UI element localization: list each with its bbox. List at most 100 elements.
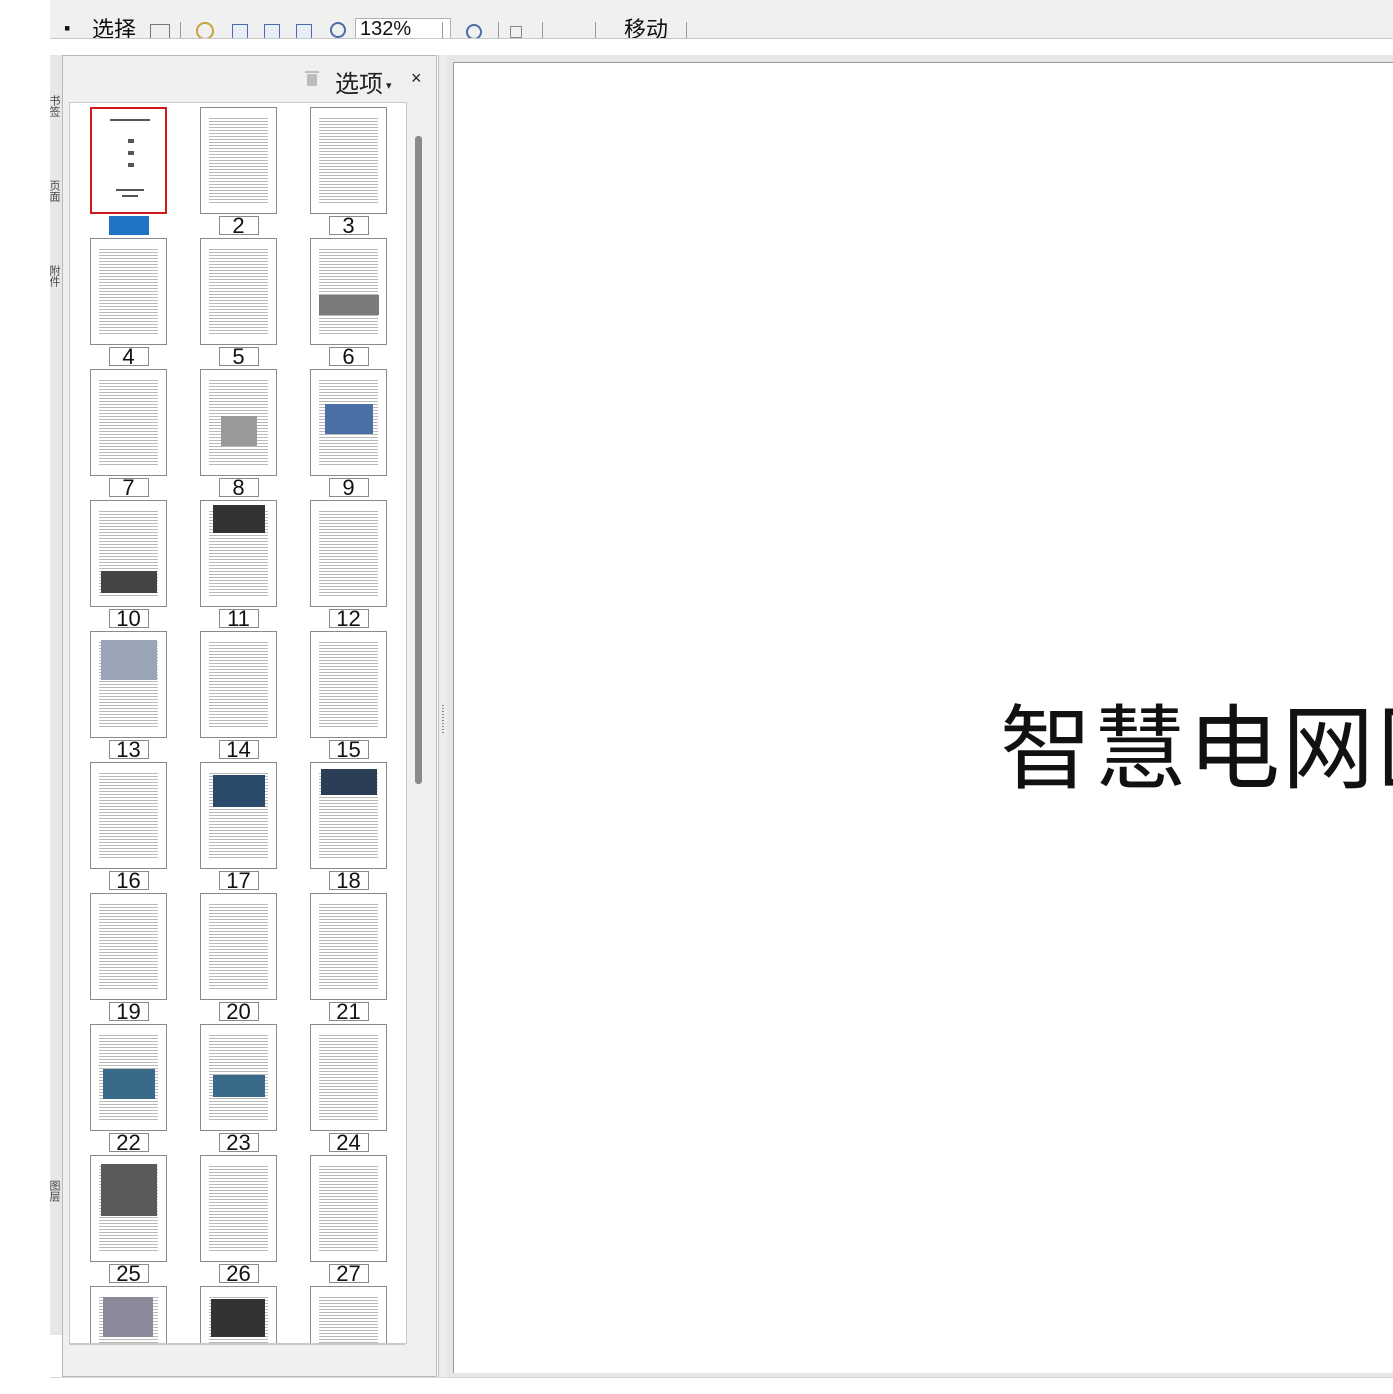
- page-thumbnail[interactable]: 8: [200, 369, 277, 499]
- thumbnail-text-lines: [209, 640, 268, 727]
- page-thumbnail[interactable]: 10: [90, 500, 167, 630]
- document-page: 智慧电网区: [453, 62, 1393, 1373]
- thumbnail-text-mark: [116, 189, 144, 191]
- thumbnail-picture: [103, 1069, 155, 1099]
- thumbnail-text-lines: [99, 378, 158, 465]
- thumbnail-text-lines: [99, 247, 158, 334]
- thumbnail-text-mark: [128, 151, 134, 155]
- thumbnail-page-image: [310, 238, 387, 345]
- thumbnail-page-image: [200, 631, 277, 738]
- fit-width-icon[interactable]: [296, 24, 312, 38]
- thumbnail-page-number: 26: [218, 1263, 259, 1285]
- thumbnail-page-image: [90, 107, 167, 214]
- page-thumbnail[interactable]: [90, 1286, 167, 1343]
- page-thumbnail[interactable]: 23: [200, 1024, 277, 1154]
- zoom-icon[interactable]: [196, 22, 214, 38]
- page-thumbnail[interactable]: 15: [310, 631, 387, 761]
- thumbnail-page-number: 1: [108, 215, 149, 237]
- trash-icon[interactable]: [305, 71, 319, 86]
- thumbnail-page-image: [310, 107, 387, 214]
- close-panel-button[interactable]: ×: [411, 68, 422, 89]
- select-tool-button[interactable]: 选择: [92, 12, 136, 38]
- thumbnail-page-image: [90, 238, 167, 345]
- thumbnail-picture: [101, 1164, 157, 1216]
- thumbnail-grid: 1 2 3 4 5 6 7 8 9 10 11 12 13 14 15 16 17 18 19 20 21 22 23 24 2…: [69, 102, 407, 1344]
- thumbnail-page-image: [200, 238, 277, 345]
- page-thumbnail[interactable]: 1: [90, 107, 167, 237]
- tab-pages[interactable]: 页面: [48, 180, 62, 202]
- page-thumbnail[interactable]: 22: [90, 1024, 167, 1154]
- tab-layers[interactable]: 图层: [48, 1180, 62, 1202]
- page-thumbnail[interactable]: 6: [310, 238, 387, 368]
- thumbnail-page-image: [200, 1286, 277, 1343]
- page-thumbnail[interactable]: 12: [310, 500, 387, 630]
- thumbnail-page-number: 7: [108, 477, 149, 499]
- thumbnail-page-number: 2: [218, 215, 259, 237]
- thumbnail-text-mark: [110, 119, 150, 121]
- thumbnail-picture: [321, 769, 377, 795]
- move-tool-button[interactable]: 移动: [624, 12, 668, 38]
- page-thumbnail[interactable]: 14: [200, 631, 277, 761]
- document-view[interactable]: 智慧电网区: [447, 55, 1393, 1377]
- thumbnail-text-lines: [319, 902, 378, 989]
- forward-icon[interactable]: [510, 26, 522, 38]
- panel-footer: [69, 1344, 405, 1375]
- page-thumbnail[interactable]: 21: [310, 893, 387, 1023]
- thumbnail-page-number: 18: [328, 870, 369, 892]
- thumbnail-page-number: 15: [328, 739, 369, 761]
- tab-attachments[interactable]: 附件: [48, 265, 62, 287]
- panel-header: 选项 ▾ ×: [63, 56, 436, 101]
- snapshot-icon[interactable]: [150, 24, 170, 38]
- rotate-icon[interactable]: [330, 22, 346, 38]
- page-thumbnail[interactable]: 18: [310, 762, 387, 892]
- page-thumbnail[interactable]: 25: [90, 1155, 167, 1285]
- page-thumbnail[interactable]: [200, 1286, 277, 1343]
- thumbnail-page-image: [90, 1024, 167, 1131]
- thumbnail-text-lines: [319, 247, 378, 334]
- page-thumbnail[interactable]: 11: [200, 500, 277, 630]
- page-thumbnail[interactable]: [310, 1286, 387, 1343]
- thumbnail-page-image: [310, 631, 387, 738]
- page-icon[interactable]: [232, 24, 248, 38]
- page-thumbnail[interactable]: 13: [90, 631, 167, 761]
- page-thumbnail[interactable]: 27: [310, 1155, 387, 1285]
- fit-page-icon[interactable]: [264, 24, 280, 38]
- thumbnail-text-lines: [319, 1164, 378, 1251]
- tool-icon[interactable]: ▪: [64, 18, 70, 38]
- splitter-grip-icon[interactable]: [442, 705, 444, 735]
- page-thumbnail[interactable]: 7: [90, 369, 167, 499]
- page-thumbnail[interactable]: 26: [200, 1155, 277, 1285]
- page-thumbnail[interactable]: 2: [200, 107, 277, 237]
- page-thumbnail[interactable]: 17: [200, 762, 277, 892]
- thumbnail-text-lines: [319, 509, 378, 596]
- page-thumbnail[interactable]: 20: [200, 893, 277, 1023]
- thumbnail-page-image: [200, 500, 277, 607]
- page-thumbnail[interactable]: 24: [310, 1024, 387, 1154]
- thumbnail-text-mark: [128, 163, 134, 167]
- page-thumbnail[interactable]: 4: [90, 238, 167, 368]
- options-label: 选项: [335, 71, 383, 98]
- page-thumbnail[interactable]: 3: [310, 107, 387, 237]
- thumbnail-picture: [103, 1297, 153, 1337]
- thumbnail-page-number: 27: [328, 1263, 369, 1285]
- thumbnail-page-number: 8: [218, 477, 259, 499]
- thumbnail-page-number: 17: [218, 870, 259, 892]
- thumbnail-page-image: [90, 369, 167, 476]
- toolbar: ▪ 选择 132% 移动: [50, 0, 1393, 39]
- thumbnail-text-lines: [319, 116, 378, 203]
- back-icon[interactable]: [466, 24, 482, 38]
- panel-scrollbar[interactable]: [415, 136, 422, 784]
- zoom-input[interactable]: 132%: [355, 18, 451, 38]
- thumbnail-page-number: 16: [108, 870, 149, 892]
- page-thumbnail[interactable]: 19: [90, 893, 167, 1023]
- thumbnail-page-number: 3: [328, 215, 369, 237]
- page-thumbnail[interactable]: 16: [90, 762, 167, 892]
- tab-bookmarks[interactable]: 书签: [48, 95, 62, 117]
- thumbnail-page-image: [90, 1286, 167, 1343]
- thumbnail-picture: [101, 571, 157, 593]
- page-thumbnail[interactable]: 5: [200, 238, 277, 368]
- page-thumbnail[interactable]: 9: [310, 369, 387, 499]
- options-dropdown-button[interactable]: 选项 ▾: [335, 64, 392, 99]
- thumbnail-page-image: [310, 1286, 387, 1343]
- thumbnail-page-image: [310, 762, 387, 869]
